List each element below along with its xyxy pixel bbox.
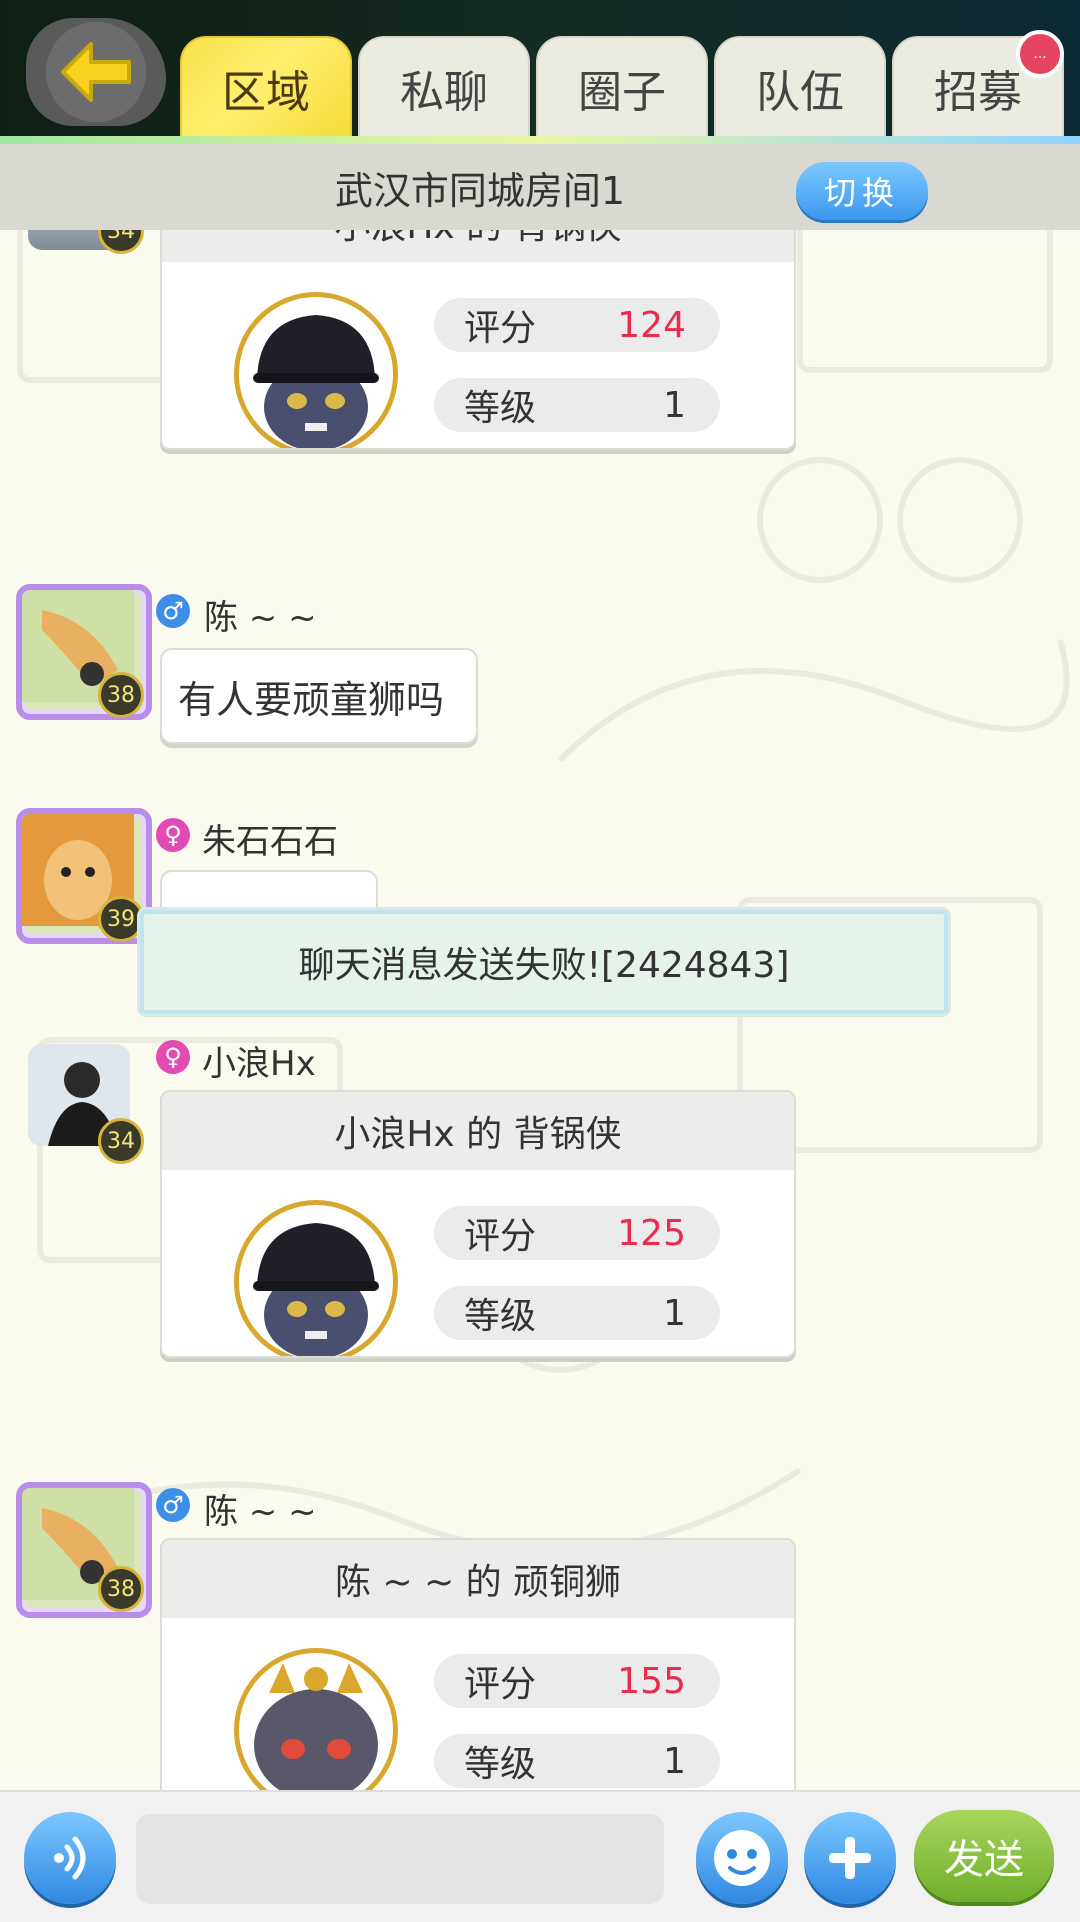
user-level-badge: 34 (98, 1118, 144, 1164)
emoji-button[interactable] (696, 1812, 788, 1904)
pet-image (253, 1223, 379, 1356)
pet-image (253, 315, 379, 448)
pet-card[interactable]: 陈 ~ ~ 的 顽铜狮 评分 155 等级 1 (160, 1538, 796, 1790)
female-icon: ♀ (156, 1040, 190, 1074)
message-bubble[interactable]: 有人要顽童狮吗 (160, 648, 478, 744)
tab-region[interactable]: 区域 (180, 36, 352, 140)
score-value: 155 (617, 1660, 686, 1702)
username: 朱石石石 (202, 822, 338, 862)
user-level-badge: 38 (98, 1566, 144, 1612)
score-stat: 评分 124 (434, 298, 720, 352)
tab-private-chat-label: 私聊 (400, 67, 488, 118)
level-label: 等级 (464, 388, 537, 429)
tab-team[interactable]: 队伍 (714, 36, 886, 140)
tab-private-chat[interactable]: 私聊 (358, 36, 530, 140)
bottom-bar: 发送 (0, 1790, 1080, 1922)
pet-card[interactable]: 小浪Hx 的 背锅侠 评分 124 (160, 230, 796, 450)
level-value: 1 (663, 1292, 686, 1334)
plus-icon (829, 1837, 871, 1879)
error-toast: 聊天消息发送失败![2424843] (140, 910, 948, 1014)
pet-portrait (234, 1648, 398, 1790)
level-value: 1 (663, 1740, 686, 1782)
score-value: 124 (617, 304, 686, 346)
user-level-badge: 34 (98, 230, 144, 254)
username: 小浪Hx (202, 1044, 316, 1084)
score-label: 评分 (464, 308, 537, 349)
voice-button[interactable] (24, 1812, 116, 1904)
pet-portrait (234, 1200, 398, 1356)
pet-card-title: 小浪Hx 的 背锅侠 (162, 1092, 794, 1170)
send-button[interactable]: 发送 (914, 1810, 1054, 1902)
user-level-badge: 39 (98, 896, 144, 942)
username: 陈 ~ ~ (204, 598, 317, 638)
pet-card-body: 评分 124 等级 1 (162, 262, 794, 448)
level-stat: 等级 1 (434, 1734, 720, 1788)
notification-badge: ... (1016, 30, 1064, 78)
back-arrow-icon (61, 42, 131, 102)
male-icon: ♂ (156, 1488, 190, 1522)
tab-recruit-label: 招募 (934, 67, 1022, 118)
tab-circle[interactable]: 圈子 (536, 36, 708, 140)
pet-card[interactable]: 小浪Hx 的 背锅侠 评分 125 等级 1 (160, 1090, 796, 1358)
tab-bar: 区域 私聊 圈子 队伍 招募 (180, 36, 1064, 140)
tab-region-label: 区域 (222, 67, 310, 118)
male-icon: ♂ (156, 594, 190, 628)
pet-image (254, 1663, 378, 1790)
emoji-icon (714, 1830, 770, 1886)
pet-card-title: 陈 ~ ~ 的 顽铜狮 (162, 1540, 794, 1618)
score-stat: 评分 155 (434, 1654, 720, 1708)
score-stat: 评分 125 (434, 1206, 720, 1260)
chat-list[interactable]: 34 小浪Hx 的 背锅侠 评分 124 (0, 230, 1080, 1790)
top-bar: 区域 私聊 圈子 队伍 招募 ... (0, 0, 1080, 144)
message-input[interactable] (136, 1814, 664, 1904)
username: 陈 ~ ~ (204, 1492, 317, 1532)
plus-button[interactable] (804, 1812, 896, 1904)
score-label: 评分 (464, 1216, 537, 1257)
tab-team-label: 队伍 (756, 67, 844, 118)
room-bar: 武汉市同城房间1 切换 (0, 144, 1080, 230)
tab-circle-label: 圈子 (578, 67, 666, 118)
pet-card-title: 小浪Hx 的 背锅侠 (162, 230, 794, 262)
user-level-badge: 38 (98, 672, 144, 718)
pet-card-body: 评分 125 等级 1 (162, 1170, 794, 1356)
level-stat: 等级 1 (434, 378, 720, 432)
score-label: 评分 (464, 1664, 537, 1705)
switch-room-button[interactable]: 切换 (796, 162, 928, 220)
level-stat: 等级 1 (434, 1286, 720, 1340)
back-button-circle (46, 22, 146, 122)
level-value: 1 (663, 384, 686, 426)
back-button[interactable] (26, 18, 166, 126)
level-label: 等级 (464, 1744, 537, 1785)
voice-icon (54, 1836, 86, 1880)
female-icon: ♀ (156, 818, 190, 852)
pet-card-body: 评分 155 等级 1 (162, 1618, 794, 1790)
top-bar-divider (0, 136, 1080, 144)
room-name: 武汉市同城房间1 (334, 168, 626, 213)
score-value: 125 (617, 1212, 686, 1254)
level-label: 等级 (464, 1296, 537, 1337)
pet-portrait (234, 292, 398, 448)
